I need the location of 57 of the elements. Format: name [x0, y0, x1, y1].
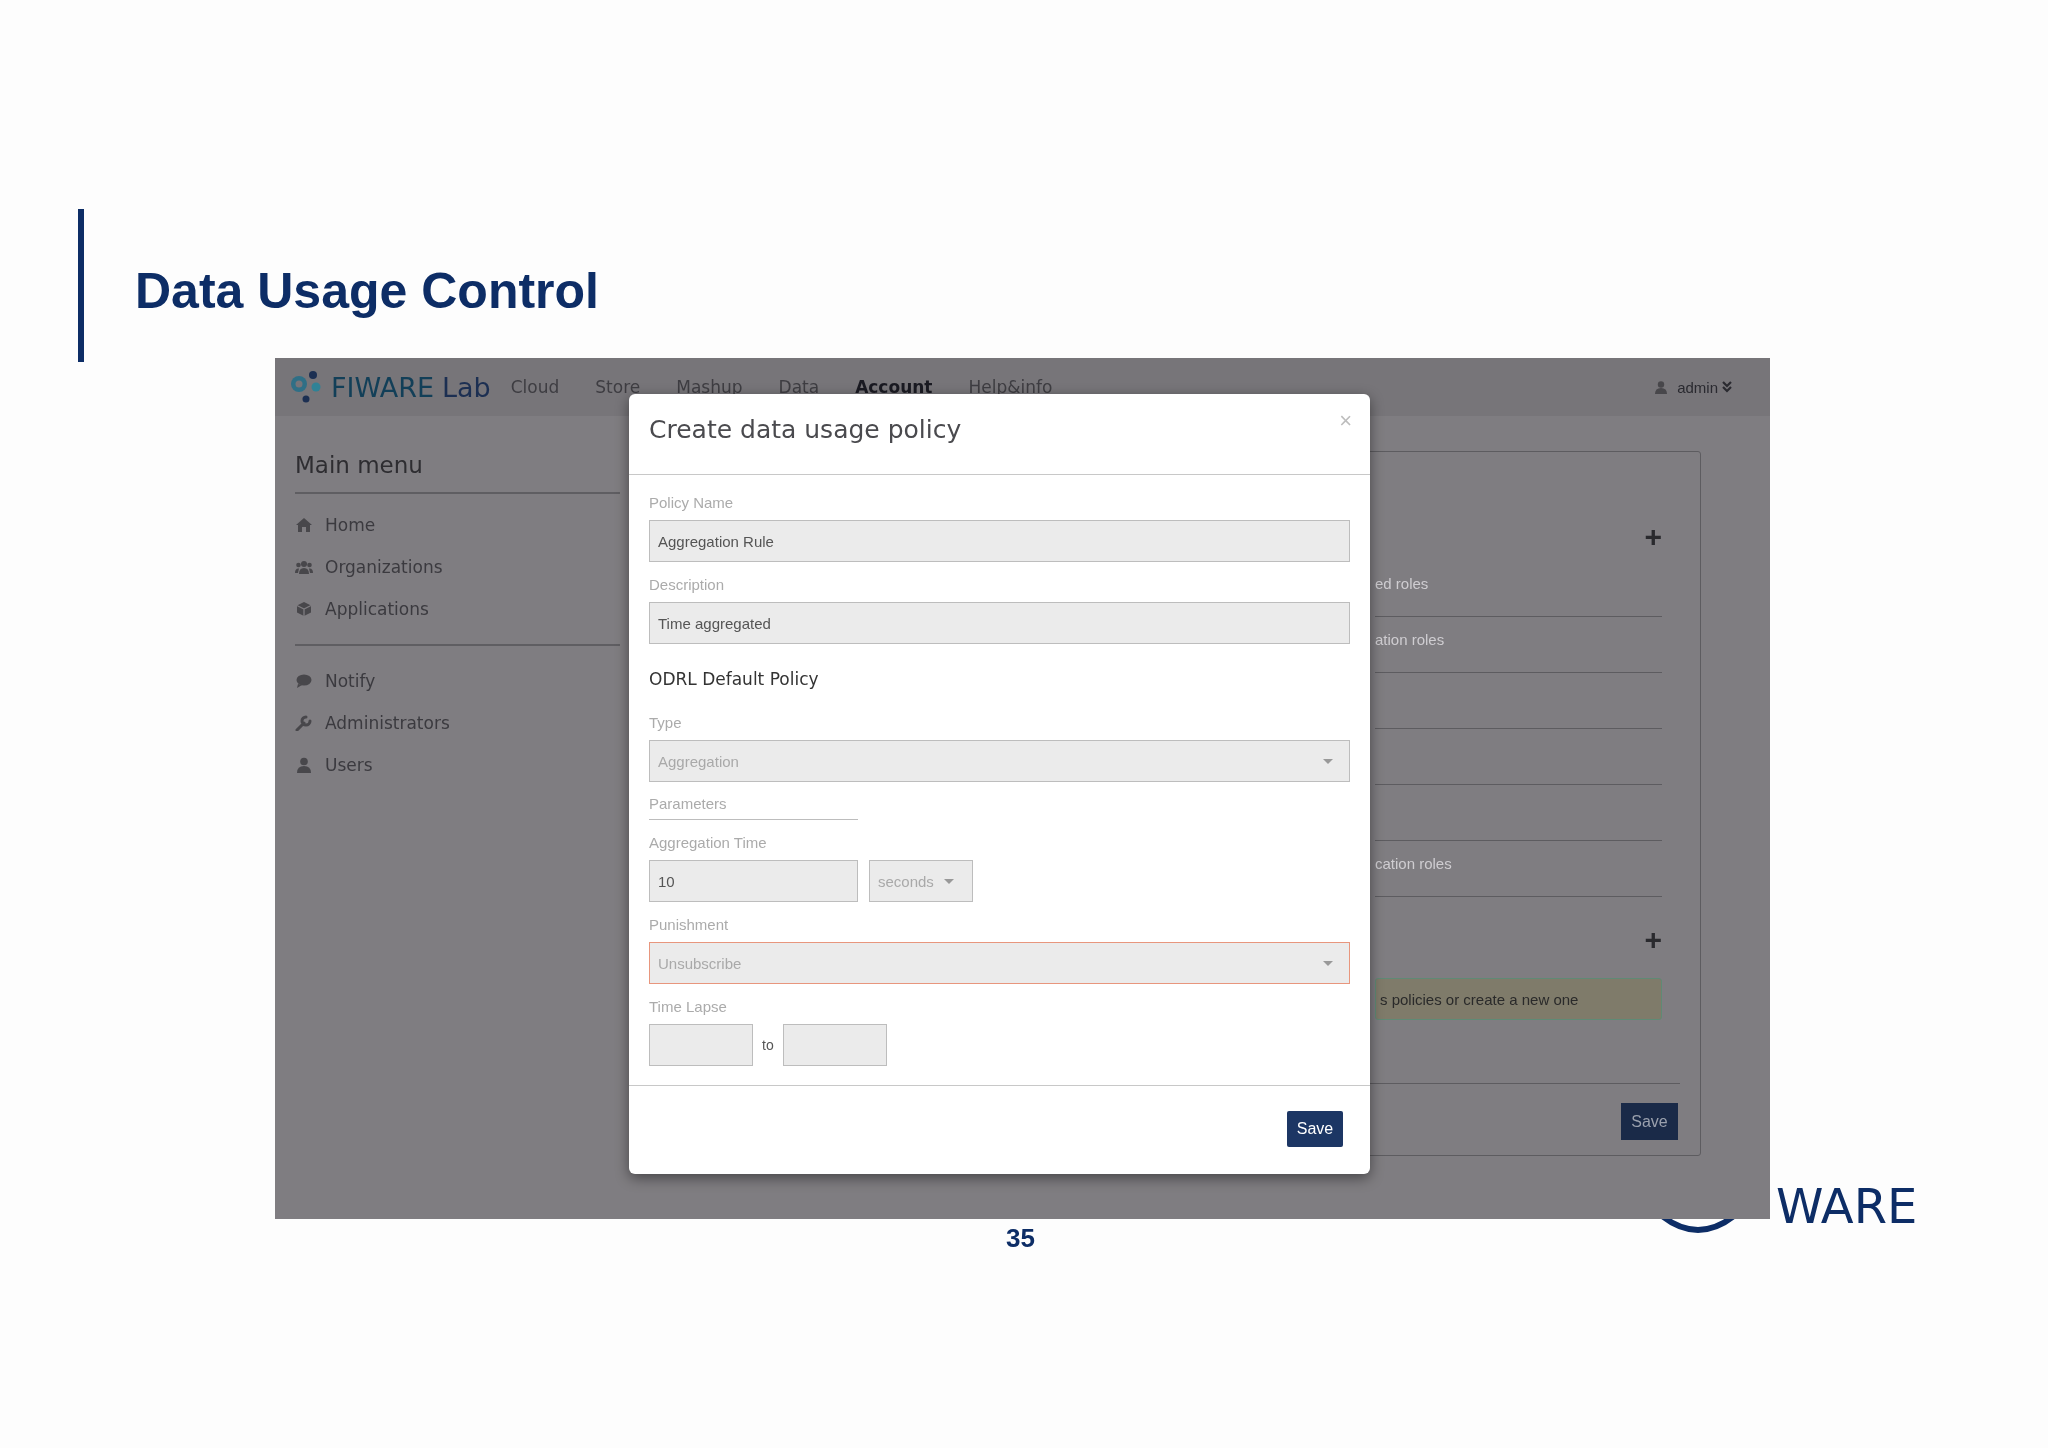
policy-name-field[interactable]: Aggregation Rule: [649, 520, 1350, 562]
user-menu[interactable]: admin: [1677, 378, 1718, 396]
field-label: Aggregation Time: [649, 833, 767, 853]
close-button[interactable]: ×: [1339, 408, 1352, 434]
user-icon: [1655, 380, 1668, 394]
group-icon: [295, 559, 313, 575]
sidebar-item[interactable]: Users: [295, 744, 620, 786]
cube-icon: [295, 601, 313, 617]
sidebar-item[interactable]: Notify: [295, 660, 620, 702]
role-label: cation roles: [1375, 855, 1452, 872]
save-button[interactable]: Save: [1621, 1103, 1678, 1140]
description-field[interactable]: Time aggregated: [649, 602, 1350, 644]
nav-item[interactable]: Mashup: [676, 377, 743, 397]
nav-item[interactable]: Account: [855, 377, 933, 397]
aggregation-time-field[interactable]: 10: [649, 860, 858, 902]
section-title: ODRL Default Policy: [649, 668, 819, 691]
dialog-title: Create data usage policy: [649, 414, 962, 444]
unit-select[interactable]: seconds: [869, 860, 973, 902]
sidebar-item[interactable]: Administrators: [295, 702, 620, 744]
wrench-icon: [295, 715, 313, 731]
brand-suffix: Lab: [442, 371, 491, 403]
field-label: Time Lapse: [649, 997, 727, 1017]
start-time-field[interactable]: [649, 1024, 753, 1066]
nav-item[interactable]: Cloud: [510, 377, 560, 397]
field-label: Policy Name: [649, 493, 734, 513]
parameters-label: Parameters: [649, 794, 858, 820]
sidebar-title: Main menu: [295, 442, 620, 494]
caret-icon: [1323, 960, 1333, 966]
slide-title: Data Usage Control: [135, 261, 599, 320]
nav-item[interactable]: Help&info: [968, 377, 1053, 397]
sidebar-item[interactable]: Applications: [295, 588, 620, 630]
comment-icon: [295, 673, 313, 689]
save-button[interactable]: Save: [1287, 1111, 1343, 1147]
type-select[interactable]: Aggregation: [649, 740, 1350, 782]
double-chevron-icon: [1722, 381, 1732, 393]
end-time-field[interactable]: [782, 1024, 887, 1066]
range-separator: to: [762, 1037, 774, 1053]
role-label: ed roles: [1375, 575, 1429, 592]
add-button[interactable]: +: [1644, 522, 1662, 561]
sidebar-item[interactable]: Organizations: [295, 546, 620, 588]
caret-icon: [943, 878, 954, 884]
field-label: Description: [649, 575, 725, 595]
sidebar-item[interactable]: Home: [295, 504, 620, 546]
brand-name: FIWARE: [331, 371, 434, 403]
user-icon: [295, 757, 313, 773]
field-label: Type: [649, 713, 682, 733]
info-alert: s policies or create a new one: [1375, 978, 1662, 1020]
logo-text: WARE: [1776, 1178, 1918, 1234]
home-icon: [295, 517, 313, 533]
punishment-select[interactable]: Unsubscribe: [649, 942, 1350, 984]
role-label: ation roles: [1375, 631, 1445, 648]
nav-item[interactable]: Data: [778, 377, 820, 397]
field-label: Punishment: [649, 915, 729, 935]
page-number: 35: [1006, 1223, 1036, 1254]
add-button[interactable]: +: [1644, 925, 1662, 967]
nav-item[interactable]: Store: [595, 377, 641, 397]
caret-icon: [1323, 758, 1333, 764]
